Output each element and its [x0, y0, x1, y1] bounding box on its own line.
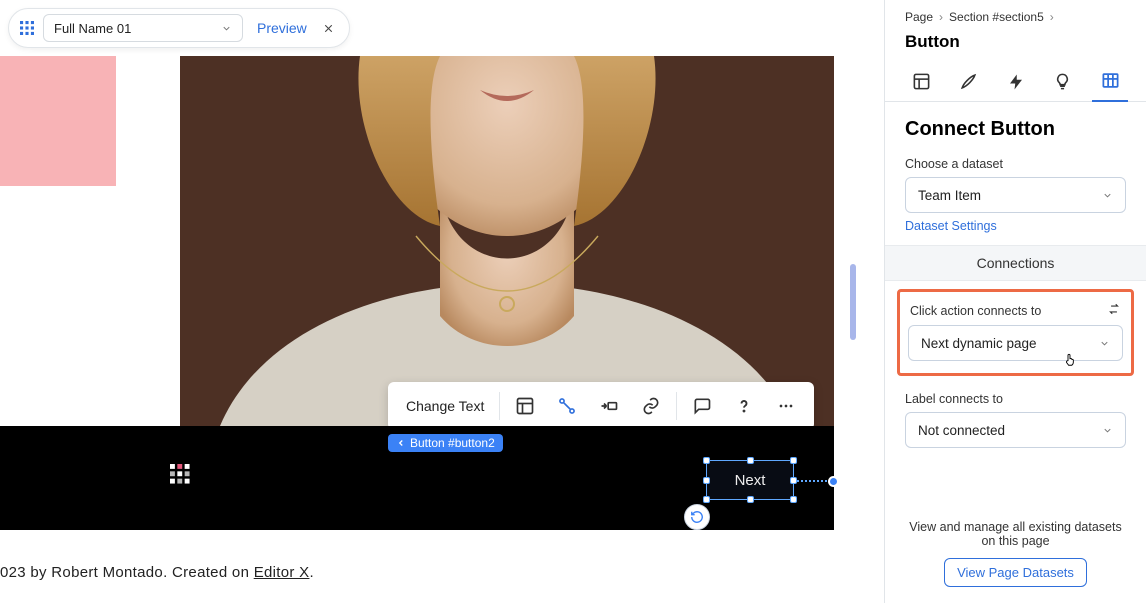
- inspector-tabs: [885, 62, 1146, 102]
- selected-next-button[interactable]: Next: [706, 460, 794, 500]
- resize-handle[interactable]: [790, 496, 797, 503]
- tab-data-icon[interactable]: [1092, 62, 1128, 102]
- dataset-settings-link[interactable]: Dataset Settings: [885, 219, 1146, 245]
- inspector-panel: Page › Section #section5 › Button Connec…: [884, 0, 1146, 603]
- layout-icon[interactable]: [505, 388, 545, 424]
- choose-dataset-label: Choose a dataset: [885, 153, 1146, 177]
- resize-handle[interactable]: [790, 457, 797, 464]
- preview-pill: Full Name 01 Preview: [8, 8, 350, 48]
- connect-title: Connect Button: [885, 102, 1146, 153]
- tab-tips-icon[interactable]: [1045, 62, 1081, 102]
- editor-x-link[interactable]: Editor X: [254, 564, 310, 581]
- cursor-hand-icon: [1062, 352, 1078, 368]
- next-button-text: Next: [735, 472, 766, 489]
- breadcrumb-page[interactable]: Page: [905, 10, 933, 24]
- preview-button[interactable]: Preview: [251, 20, 313, 36]
- tab-layout-icon[interactable]: [903, 62, 939, 102]
- chevron-down-icon: [221, 23, 232, 34]
- change-text-button[interactable]: Change Text: [396, 388, 494, 424]
- click-action-select[interactable]: Next dynamic page: [908, 325, 1123, 361]
- social-icons[interactable]: [170, 464, 194, 488]
- tab-actions-icon[interactable]: [998, 62, 1034, 102]
- inspector-footer: View and manage all existing datasets on…: [885, 508, 1146, 603]
- more-icon[interactable]: [766, 388, 806, 424]
- link-icon[interactable]: [631, 388, 671, 424]
- click-action-value: Next dynamic page: [921, 336, 1037, 351]
- datasets-footer-msg: View and manage all existing datasets on…: [905, 520, 1126, 548]
- toolbar-separator: [499, 392, 500, 420]
- resize-handle[interactable]: [747, 457, 754, 464]
- dataset-select-value: Team Item: [918, 188, 981, 203]
- resize-handle[interactable]: [703, 496, 710, 503]
- chevron-right-icon: ›: [1050, 10, 1054, 24]
- apps-icon[interactable]: [19, 20, 35, 36]
- comment-icon[interactable]: [682, 388, 722, 424]
- chevron-down-icon: [1102, 425, 1113, 436]
- label-connects-value: Not connected: [918, 423, 1005, 438]
- tab-design-icon[interactable]: [950, 62, 986, 102]
- selection-label-text: Button #button2: [410, 436, 495, 450]
- dataset-item-dropdown[interactable]: Full Name 01: [43, 14, 243, 42]
- hero-photo: [180, 56, 834, 426]
- snap-guide: [797, 480, 827, 482]
- resize-handle[interactable]: [703, 477, 710, 484]
- dataset-select[interactable]: Team Item: [905, 177, 1126, 213]
- toolbar-separator: [676, 392, 677, 420]
- chevron-right-icon: ›: [939, 10, 943, 24]
- resize-handle[interactable]: [790, 477, 797, 484]
- label-connects-select[interactable]: Not connected: [905, 412, 1126, 448]
- view-page-datasets-button[interactable]: View Page Datasets: [944, 558, 1087, 587]
- canvas-scrollbar-thumb[interactable]: [850, 264, 856, 340]
- click-action-label: Click action connects to: [910, 304, 1041, 318]
- snap-point[interactable]: [828, 476, 839, 487]
- dropdown-value: Full Name 01: [54, 21, 131, 36]
- chevron-down-icon: [1099, 338, 1110, 349]
- chevron-down-icon: [1102, 190, 1113, 201]
- help-icon[interactable]: [724, 388, 764, 424]
- selection-label: Button #button2: [388, 434, 503, 452]
- close-icon[interactable]: [321, 20, 337, 36]
- animation-icon[interactable]: [547, 388, 587, 424]
- undo-badge[interactable]: [684, 504, 710, 530]
- breadcrumb: Page › Section #section5 ›: [885, 0, 1146, 24]
- inspector-title: Button: [885, 24, 1146, 62]
- click-action-highlight: Click action connects to Next dynamic pa…: [897, 289, 1134, 376]
- connections-header: Connections: [885, 245, 1146, 281]
- label-connects-label: Label connects to: [885, 388, 1146, 412]
- swap-icon[interactable]: [1107, 302, 1121, 319]
- resize-handle[interactable]: [703, 457, 710, 464]
- page-footer-credit: 023 by Robert Montado. Created on Editor…: [0, 564, 314, 582]
- photo-svg: [180, 56, 834, 426]
- element-toolbar: Change Text: [388, 382, 814, 430]
- design-icon[interactable]: [589, 388, 629, 424]
- breadcrumb-section[interactable]: Section #section5: [949, 10, 1044, 24]
- design-canvas: Change Text: [0, 0, 884, 603]
- pink-block: [0, 56, 116, 186]
- stage: Change Text: [0, 56, 834, 546]
- resize-handle[interactable]: [747, 496, 754, 503]
